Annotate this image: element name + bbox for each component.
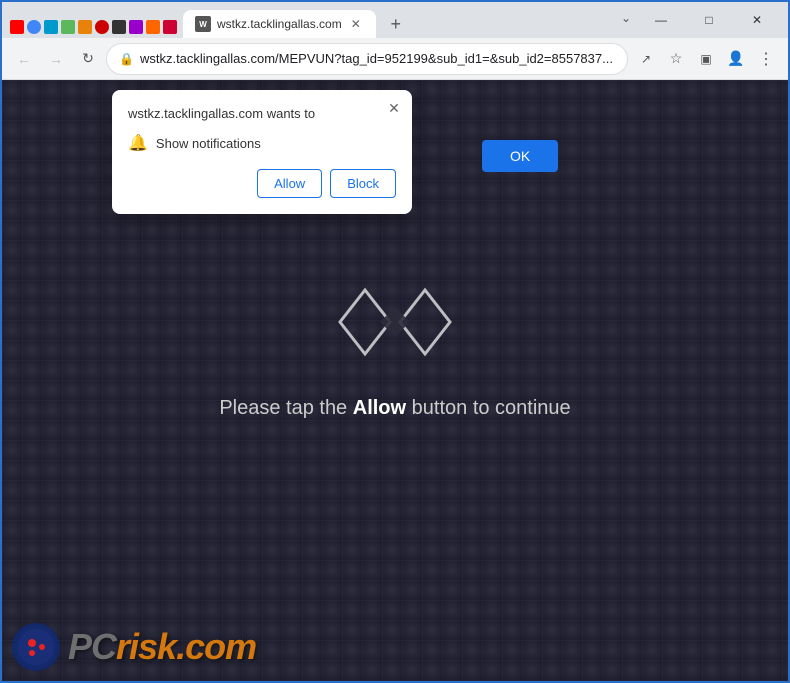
instruction-after: button to continue bbox=[406, 397, 571, 419]
active-tab[interactable]: W wstkz.tacklingallas.com ✕ bbox=[183, 10, 376, 38]
dialog-buttons: Allow Block bbox=[128, 169, 396, 198]
minimize-button[interactable]: — bbox=[638, 4, 684, 36]
tab-title: wstkz.tacklingallas.com bbox=[217, 17, 342, 31]
tab-close-button[interactable]: ✕ bbox=[348, 16, 364, 32]
content-area: ✕ wstkz.tacklingallas.com wants to 🔔 Sho… bbox=[2, 80, 788, 681]
url-text: wstkz.tacklingallas.com/MEPVUN?tag_id=95… bbox=[140, 51, 615, 66]
dialog-close-button[interactable]: ✕ bbox=[384, 98, 404, 118]
favicon-4 bbox=[61, 20, 75, 34]
tab-list-button[interactable]: ⌄ bbox=[618, 10, 634, 26]
toolbar-actions: ↗ ☆ ▣ 👤 ⋮ bbox=[632, 45, 780, 73]
favicon-8 bbox=[129, 20, 143, 34]
tab-strip: W wstkz.tacklingallas.com ✕ + bbox=[10, 2, 614, 38]
refresh-button[interactable]: ↻ bbox=[74, 45, 102, 73]
close-window-button[interactable]: ✕ bbox=[734, 4, 780, 36]
menu-button[interactable]: ⋮ bbox=[752, 45, 780, 73]
permission-dialog: ✕ wstkz.tacklingallas.com wants to 🔔 Sho… bbox=[112, 90, 412, 214]
permission-text: Show notifications bbox=[156, 136, 261, 151]
favicon-6 bbox=[95, 20, 109, 34]
favicon-google bbox=[27, 20, 41, 34]
dialog-header: wstkz.tacklingallas.com wants to bbox=[128, 106, 396, 121]
browser-sidebar-button[interactable]: ▣ bbox=[692, 45, 720, 73]
title-bar: W wstkz.tacklingallas.com ✕ + ⌄ — □ ✕ bbox=[2, 2, 788, 38]
browser-window: W wstkz.tacklingallas.com ✕ + ⌄ — □ ✕ ← … bbox=[0, 0, 790, 683]
diamond-logo bbox=[335, 282, 455, 367]
block-button[interactable]: Block bbox=[330, 169, 396, 198]
pcrisk-text: PCrisk.com bbox=[68, 626, 256, 668]
pcrisk-watermark: PCrisk.com bbox=[12, 623, 256, 671]
forward-button[interactable]: → bbox=[42, 45, 70, 73]
maximize-button[interactable]: □ bbox=[686, 4, 732, 36]
tab-favicon: W bbox=[195, 16, 211, 32]
favicon-3 bbox=[44, 20, 58, 34]
allow-button[interactable]: Allow bbox=[257, 169, 322, 198]
toolbar: ← → ↻ 🔒 wstkz.tacklingallas.com/MEPVUN?t… bbox=[2, 38, 788, 80]
instruction-before: Please tap the bbox=[219, 397, 352, 419]
dialog-permission: 🔔 Show notifications bbox=[128, 133, 396, 153]
pcrisk-logo-icon bbox=[12, 623, 60, 671]
favicon-7 bbox=[112, 20, 126, 34]
address-bar[interactable]: 🔒 wstkz.tacklingallas.com/MEPVUN?tag_id=… bbox=[106, 43, 628, 75]
share-button[interactable]: ↗ bbox=[632, 45, 660, 73]
favicon-10 bbox=[163, 20, 177, 34]
instruction-allow: Allow bbox=[353, 397, 406, 419]
window-controls: — □ ✕ bbox=[638, 4, 780, 36]
new-tab-button[interactable]: + bbox=[382, 10, 410, 38]
favicon-5 bbox=[78, 20, 92, 34]
pcrisk-orange-text: risk.com bbox=[116, 626, 256, 667]
favicon-9 bbox=[146, 20, 160, 34]
bell-icon: 🔔 bbox=[128, 133, 148, 153]
lock-icon: 🔒 bbox=[119, 52, 134, 66]
profile-button[interactable]: 👤 bbox=[722, 45, 750, 73]
back-button[interactable]: ← bbox=[10, 45, 38, 73]
instruction-text: Please tap the Allow button to continue bbox=[219, 397, 570, 420]
favicon-youtube bbox=[10, 20, 24, 34]
bookmark-button[interactable]: ☆ bbox=[662, 45, 690, 73]
